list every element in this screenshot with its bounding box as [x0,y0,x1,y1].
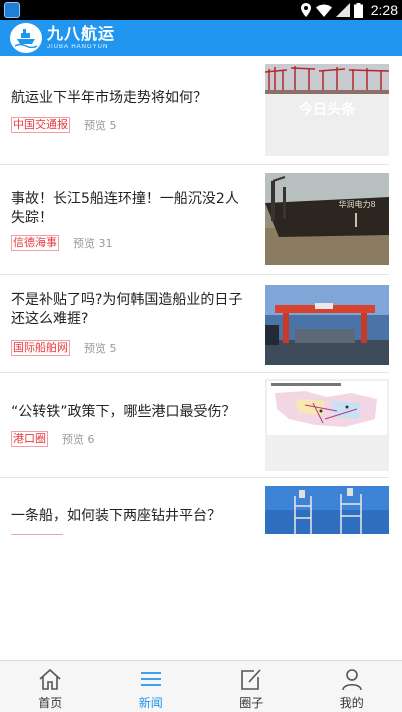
news-title[interactable]: 航运业下半年市场走势将如何？ [11,89,249,108]
app-notification-icon [4,2,20,18]
news-thumbnail[interactable] [265,486,389,534]
news-item[interactable]: 事故！长江5船连环撞！一船沉没2人失踪！ 信德海事 预览 31 华润电力8 [0,165,402,275]
tab-profile[interactable]: 我的 [302,661,402,712]
profile-icon [341,669,362,690]
app-screen: 2:28 九八航运 JIUBA HANGYUN 航运业下半年市场走势将如何？ 中… [0,0,402,712]
status-bar: 2:28 [0,0,402,20]
news-list-icon [140,672,161,686]
news-title[interactable]: 一条船，如何装下两座钻井平台？ [11,507,249,526]
news-view-count: 预览 5 [84,342,117,355]
tab-news-label: 新闻 [138,696,163,710]
edit-icon [241,669,261,690]
news-source-tag: 港口圈 [11,431,48,447]
logo-title-en: JIUBA HANGYUN [47,44,109,50]
news-title[interactable]: 事故！长江5船连环撞！一船沉没2人失踪！ [11,190,249,228]
news-thumbnail[interactable] [265,379,389,471]
tab-home-label: 首页 [38,696,63,710]
news-list[interactable]: 航运业下半年市场走势将如何？ 中国交通报 预览 5 今日头条 事故！长江5船连环… [0,56,402,660]
bottom-tab-bar: 首页 新闻 圈子 我的 [0,660,402,712]
hull-text: 华润电力8 [338,199,375,209]
app-header: 九八航运 JIUBA HANGYUN [0,20,402,56]
news-view-count: 预览 5 [84,119,117,132]
news-item[interactable]: 一条船，如何装下两座钻井平台？ [0,478,402,618]
news-item[interactable]: “公转铁”政策下，哪些港口最受伤？ 港口圈 预览 6 [0,373,402,478]
news-source-tag: 中国交通报 [11,117,70,133]
ship-logo-icon [10,23,42,53]
watermark-text: 今日头条 [298,101,356,118]
news-source-tag: 信德海事 [11,235,59,251]
news-thumbnail[interactable]: 华润电力8 [265,173,389,265]
news-item[interactable]: 不是补贴了吗?为何韩国造船业的日子还这么难捱? 国际船舶网 预览 5 [0,275,402,373]
tab-news[interactable]: 新闻 [101,661,202,712]
home-icon [39,668,61,690]
tab-home[interactable]: 首页 [0,661,101,712]
battery-icon [353,2,363,18]
news-view-count: 预览 6 [62,433,95,446]
news-thumbnail[interactable] [265,285,389,365]
news-source-tag: 国际船舶网 [11,340,70,356]
tab-circle-label: 圈子 [239,696,264,710]
news-view-count: 预览 31 [73,237,113,250]
news-title[interactable]: 不是补贴了吗?为何韩国造船业的日子还这么难捱? [11,291,249,329]
tab-circle[interactable]: 圈子 [201,661,302,712]
news-title[interactable]: “公转铁”政策下，哪些港口最受伤？ [11,403,249,422]
signal-icon [335,3,350,17]
logo-title-cn: 九八航运 [47,24,116,43]
clock-text: 2:28 [370,2,398,18]
news-source-tag [11,534,63,535]
location-icon [300,3,311,17]
news-item[interactable]: 航运业下半年市场走势将如何？ 中国交通报 预览 5 今日头条 [0,56,402,165]
app-logo: 九八航运 JIUBA HANGYUN [10,22,115,54]
tab-profile-label: 我的 [339,696,364,710]
news-thumbnail[interactable]: 今日头条 [265,64,389,156]
wifi-icon [315,4,332,17]
